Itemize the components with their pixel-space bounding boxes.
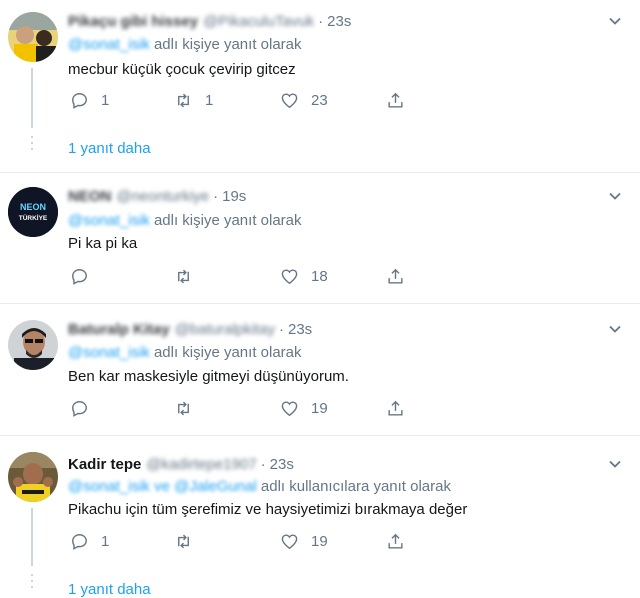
timestamp[interactable]: 23s — [288, 321, 312, 338]
chevron-down-icon[interactable] — [608, 457, 622, 471]
tweet-text: Ben kar maskesiyle gitmeyi düşünüyorum. — [68, 368, 349, 385]
reply-mention[interactable]: @sonat_isik — [68, 36, 150, 53]
retweet-icon — [178, 401, 189, 415]
thread-line — [31, 68, 33, 128]
share-icon — [388, 533, 403, 549]
timestamp[interactable]: 23s — [270, 456, 294, 473]
avatar-logo-text-1: NEON — [20, 202, 46, 212]
heart-icon — [281, 400, 298, 416]
tweet-3[interactable]: Baturalp Kitay @baturalpkitay · 23s @son… — [0, 304, 640, 435]
author-handle[interactable]: @neonturkiye — [116, 188, 209, 205]
reply-icon — [72, 400, 87, 417]
reply-icon — [72, 533, 87, 550]
author-name[interactable]: NEON — [68, 188, 111, 205]
avatar[interactable]: NEON TÜRKİYE — [8, 187, 58, 237]
retweet-button[interactable]: 1 — [174, 89, 213, 111]
reply-count: 1 — [101, 532, 110, 550]
tweet-actions: 1 1 23 — [68, 89, 428, 111]
avatar[interactable] — [8, 320, 58, 370]
like-button[interactable]: 18 — [280, 265, 328, 287]
share-button[interactable] — [386, 530, 405, 552]
like-button[interactable]: 23 — [280, 89, 328, 111]
share-button[interactable] — [386, 89, 405, 111]
author-name[interactable]: Pikaçu gibi hissey — [68, 13, 198, 30]
like-button[interactable]: 19 — [280, 397, 328, 419]
reply-mention[interactable]: @sonat_isik — [68, 212, 150, 229]
show-more-replies-link[interactable]: 1 yanıt daha — [68, 581, 151, 598]
timestamp[interactable]: 23s — [327, 13, 351, 30]
author-handle[interactable]: @PikaculuTavuk — [203, 13, 314, 30]
avatar-logo-text-2: TÜRKİYE — [19, 213, 48, 222]
reply-button[interactable] — [70, 265, 101, 287]
reply-mention[interactable]: @sonat_isik — [68, 344, 150, 361]
tweet-text: Pi ka pi ka — [68, 235, 138, 252]
tweet-4[interactable]: Kadir tepe @kadirtepe1907 · 23s @sonat_i… — [0, 436, 640, 598]
reply-context: adlı kişiye yanıt olarak — [153, 36, 302, 53]
chevron-down-icon[interactable] — [608, 322, 622, 336]
thread-line — [31, 508, 33, 566]
heart-icon — [281, 92, 298, 108]
tweet-2[interactable]: NEON TÜRKİYE NEON @neonturkiye · 19s @so… — [0, 173, 640, 303]
reply-button[interactable]: 1 — [70, 89, 109, 111]
thread-dots — [30, 574, 34, 592]
retweet-icon — [178, 93, 189, 107]
heart-icon — [281, 533, 298, 549]
heart-icon — [281, 268, 298, 284]
like-button[interactable]: 19 — [280, 530, 328, 552]
like-count: 19 — [311, 399, 328, 417]
reply-icon — [72, 268, 87, 285]
reply-context: adlı kişiye yanıt olarak — [153, 212, 302, 229]
author-handle[interactable]: @baturalpkitay — [175, 321, 275, 338]
author-handle[interactable]: @kadirtepe1907 — [146, 456, 256, 473]
chevron-down-icon[interactable] — [608, 189, 622, 203]
reply-button[interactable] — [70, 397, 101, 419]
retweet-button[interactable] — [174, 530, 205, 552]
share-icon — [388, 400, 403, 416]
retweet-count: 1 — [205, 91, 214, 109]
tweet-text: Pikachu için tüm şerefimiz ve haysiyetim… — [68, 501, 468, 518]
retweet-button[interactable] — [174, 397, 205, 419]
avatar[interactable] — [8, 12, 58, 62]
like-count: 19 — [311, 532, 328, 550]
timestamp[interactable]: 19s — [222, 188, 246, 205]
share-icon — [388, 268, 403, 284]
share-icon — [388, 92, 403, 108]
author-name[interactable]: Baturalp Kitay — [68, 321, 170, 338]
reply-button[interactable]: 1 — [70, 530, 109, 552]
like-count: 23 — [311, 91, 328, 109]
retweet-icon — [178, 534, 189, 548]
chevron-down-icon[interactable] — [608, 14, 622, 28]
like-count: 18 — [311, 267, 328, 285]
tweet-actions: 1 19 — [68, 530, 428, 552]
reply-context: adlı kişiye yanıt olarak — [153, 344, 302, 361]
retweet-icon — [178, 269, 189, 283]
tweet-actions: 18 — [68, 265, 428, 287]
thread-dots — [30, 136, 34, 154]
share-button[interactable] — [386, 265, 405, 287]
reply-count: 1 — [101, 91, 110, 109]
reply-mention[interactable]: @sonat_isik ve @JaleGunal — [68, 478, 257, 495]
reply-icon — [72, 92, 87, 109]
show-more-replies-link[interactable]: 1 yanıt daha — [68, 140, 151, 157]
tweet-text: mecbur küçük çocuk çevirip gitcez — [68, 61, 296, 78]
tweet-1[interactable]: Pikaçu gibi hissey @PikaculuTavuk · 23s … — [0, 0, 640, 172]
share-button[interactable] — [386, 397, 405, 419]
tweet-actions: 19 — [68, 397, 428, 419]
avatar[interactable] — [8, 452, 58, 502]
author-name[interactable]: Kadir tepe — [68, 456, 141, 473]
retweet-button[interactable] — [174, 265, 205, 287]
reply-context: adlı kullanıcılara yanıt olarak — [260, 478, 451, 495]
